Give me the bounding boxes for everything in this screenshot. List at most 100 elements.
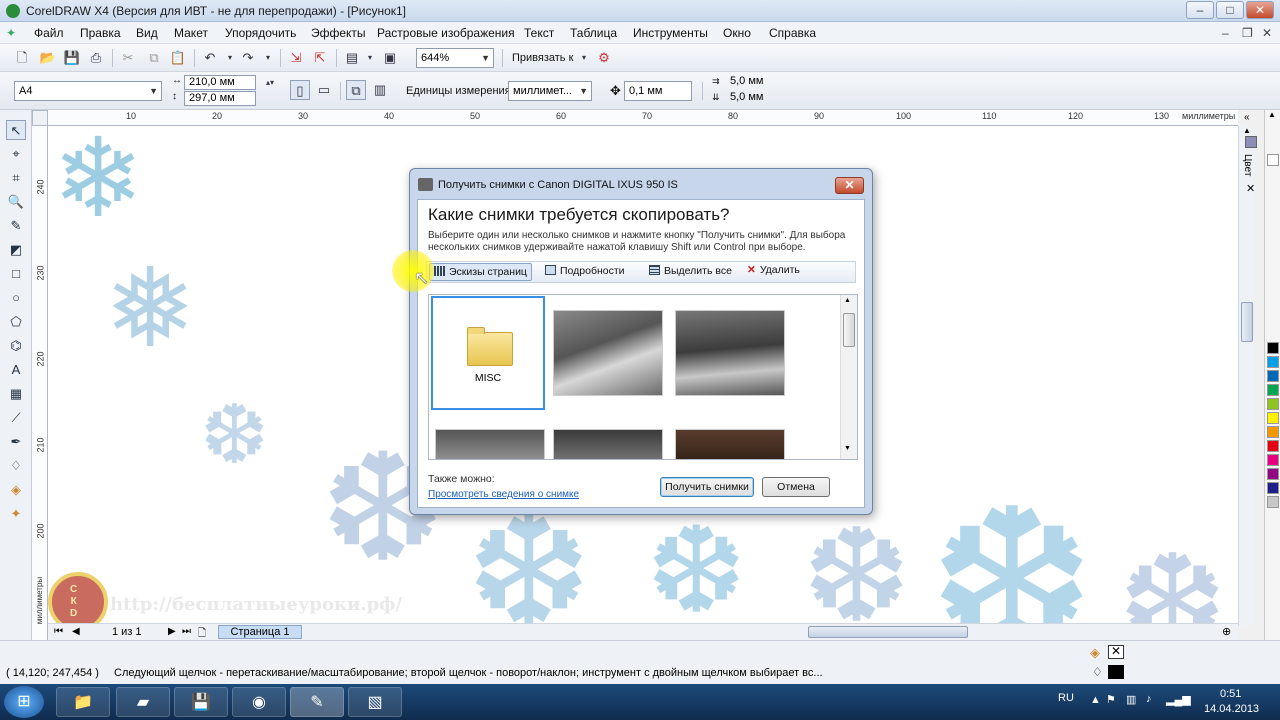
color-swatch[interactable] xyxy=(1267,398,1279,410)
color-swatch[interactable] xyxy=(1267,426,1279,438)
color-docker-tab[interactable]: « Цвет ✕ xyxy=(1240,110,1264,200)
explorer-task-icon[interactable]: 📁 xyxy=(56,687,110,717)
palette-scroll-up-icon[interactable]: ▲ xyxy=(1268,110,1276,119)
redo-dropdown-icon[interactable]: ▾ xyxy=(258,48,278,68)
language-indicator[interactable]: RU xyxy=(1058,692,1074,704)
vertical-ruler[interactable]: 240 230 220 210 200 миллиметры xyxy=(32,126,48,640)
photo-thumbnail[interactable] xyxy=(431,417,545,459)
save-task-icon[interactable]: 💾 xyxy=(174,687,228,717)
cut-icon[interactable]: ✂ xyxy=(118,48,138,68)
tray-expand-icon[interactable]: ▲ xyxy=(1090,694,1101,706)
corel-photo-task-icon[interactable]: ▧ xyxy=(348,687,402,717)
color-swatch[interactable] xyxy=(1267,370,1279,382)
grid-scrollbar[interactable]: ▲ ▼ xyxy=(840,295,857,459)
smart-fill-icon[interactable]: ◩ xyxy=(6,240,26,260)
snowflake-image[interactable]: ❆ xyxy=(200,388,269,483)
snowflake-image[interactable]: ❆ xyxy=(646,502,747,623)
save-icon[interactable]: 💾 xyxy=(62,48,82,68)
snap-dropdown-icon[interactable]: ▾ xyxy=(574,48,594,68)
snowflake-image[interactable]: ❆ xyxy=(928,466,1096,623)
page-width-input[interactable]: 210,0 мм xyxy=(184,75,256,90)
snowflake-image[interactable]: ❆ xyxy=(802,500,911,623)
print-icon[interactable]: ⎙ xyxy=(86,48,106,68)
docker-close-icon[interactable]: ✕ xyxy=(1246,182,1255,195)
undo-dropdown-icon[interactable]: ▾ xyxy=(220,48,240,68)
duplicate-y-input[interactable]: 5,0 мм xyxy=(726,91,798,106)
page-tab[interactable]: Страница 1 xyxy=(218,625,302,639)
ellipse-tool-icon[interactable]: ○ xyxy=(6,288,26,308)
color-swatch[interactable] xyxy=(1267,496,1279,508)
folder-thumbnail[interactable]: MISC xyxy=(431,296,545,410)
menu-bitmaps[interactable]: Растровые изображения xyxy=(377,26,515,40)
coreldraw-task-icon[interactable]: ✎ xyxy=(290,687,344,717)
color-swatch[interactable] xyxy=(1267,154,1279,166)
select-all-button[interactable]: Выделить все xyxy=(649,265,732,277)
freehand-tool-icon[interactable]: ✎ xyxy=(6,216,26,236)
open-icon[interactable]: 📂 xyxy=(38,48,58,68)
zoom-navigator-icon[interactable]: ⊕ xyxy=(1222,625,1231,638)
signal-tray-icon[interactable]: ▂▄▆ xyxy=(1166,693,1191,706)
snowflake-image[interactable]: ❆ xyxy=(1118,526,1227,623)
maximize-button[interactable]: □ xyxy=(1216,1,1244,19)
doc-close-button[interactable]: ✕ xyxy=(1262,26,1272,40)
snap-to-label[interactable]: Привязать к xyxy=(512,52,573,64)
paste-icon[interactable]: 📋 xyxy=(168,48,188,68)
application-launcher-icon[interactable]: ▤ xyxy=(342,48,362,68)
close-window-button[interactable]: ✕ xyxy=(1246,1,1274,19)
scroll-up-icon[interactable]: ▲ xyxy=(844,297,851,304)
color-swatch[interactable] xyxy=(1267,454,1279,466)
color-swatch[interactable] xyxy=(1267,384,1279,396)
menu-tools[interactable]: Инструменты xyxy=(633,26,708,40)
scroll-down-icon[interactable]: ▼ xyxy=(844,445,851,452)
details-view-button[interactable]: Подробности xyxy=(545,265,625,277)
outline-tool-icon[interactable]: ♢ xyxy=(6,456,26,476)
copy-icon[interactable]: ⧉ xyxy=(144,48,164,68)
view-info-link[interactable]: Просмотреть сведения о снимке xyxy=(428,489,579,500)
photo-thumbnail[interactable] xyxy=(551,296,665,410)
fill-indicator-icon[interactable]: ◈ xyxy=(1090,645,1100,661)
photo-thumbnail[interactable] xyxy=(673,417,787,459)
clock-date[interactable]: 14.04.2013 xyxy=(1204,703,1259,715)
new-document-icon[interactable]: 🗋 xyxy=(12,48,32,68)
menu-layout[interactable]: Макет xyxy=(174,26,208,40)
menu-help[interactable]: Справка xyxy=(769,26,816,40)
outline-indicator-icon[interactable]: ♢ xyxy=(1092,665,1103,679)
connector-tool-icon[interactable]: ⟋ xyxy=(6,408,26,428)
menu-text[interactable]: Текст xyxy=(524,26,554,40)
get-photos-button[interactable]: Получить снимки xyxy=(660,477,754,497)
minimize-button[interactable]: – xyxy=(1186,1,1214,19)
last-page-icon[interactable]: ⏭ xyxy=(182,626,191,637)
shape-tool-icon[interactable]: ⌖ xyxy=(6,144,26,164)
export-icon[interactable]: ⇱ xyxy=(310,48,330,68)
fill-tool-icon[interactable]: ◈ xyxy=(6,480,26,500)
portrait-button[interactable]: ▯ xyxy=(290,80,310,100)
app-task-icon[interactable]: ▰ xyxy=(116,687,170,717)
menu-view[interactable]: Вид xyxy=(136,26,158,40)
delete-button[interactable]: ✕ Удалить xyxy=(747,264,800,276)
sound-tray-icon[interactable]: ♪ xyxy=(1146,693,1152,705)
snowflake-image[interactable]: ❅ xyxy=(104,244,196,372)
color-swatch[interactable] xyxy=(1267,342,1279,354)
paper-size-combo[interactable]: A4 ▼ xyxy=(14,81,162,101)
menu-effects[interactable]: Эффекты xyxy=(311,26,366,40)
crop-tool-icon[interactable]: ⌗ xyxy=(6,168,26,188)
color-swatch[interactable] xyxy=(1267,356,1279,368)
nudge-input[interactable]: 0,1 мм xyxy=(624,81,692,101)
text-tool-icon[interactable]: A xyxy=(6,360,26,380)
launcher-dropdown-icon[interactable]: ▾ xyxy=(360,48,380,68)
first-page-icon[interactable]: ⏮ xyxy=(54,626,63,637)
zoom-combo[interactable]: 644% ▼ xyxy=(416,48,494,68)
doc-minimize-button[interactable]: – xyxy=(1222,26,1229,40)
grid-scroll-thumb[interactable] xyxy=(843,313,855,347)
vertical-scrollbar[interactable]: ▲ xyxy=(1238,126,1254,626)
current-page-button[interactable]: ▥ xyxy=(370,80,390,100)
chrome-task-icon[interactable]: ◉ xyxy=(232,687,286,717)
zoom-tool-icon[interactable]: 🔍 xyxy=(6,192,26,212)
redo-icon[interactable]: ↷ xyxy=(238,48,258,68)
next-page-icon[interactable]: ▶ xyxy=(168,626,176,637)
prev-page-icon[interactable]: ◀ xyxy=(72,626,80,637)
snowflake-image[interactable]: ❄ xyxy=(52,126,144,242)
eyedropper-tool-icon[interactable]: ✒ xyxy=(6,432,26,452)
thumbnails-view-button[interactable]: Эскизы страниц xyxy=(429,263,532,281)
cancel-button[interactable]: Отмена xyxy=(762,477,830,497)
